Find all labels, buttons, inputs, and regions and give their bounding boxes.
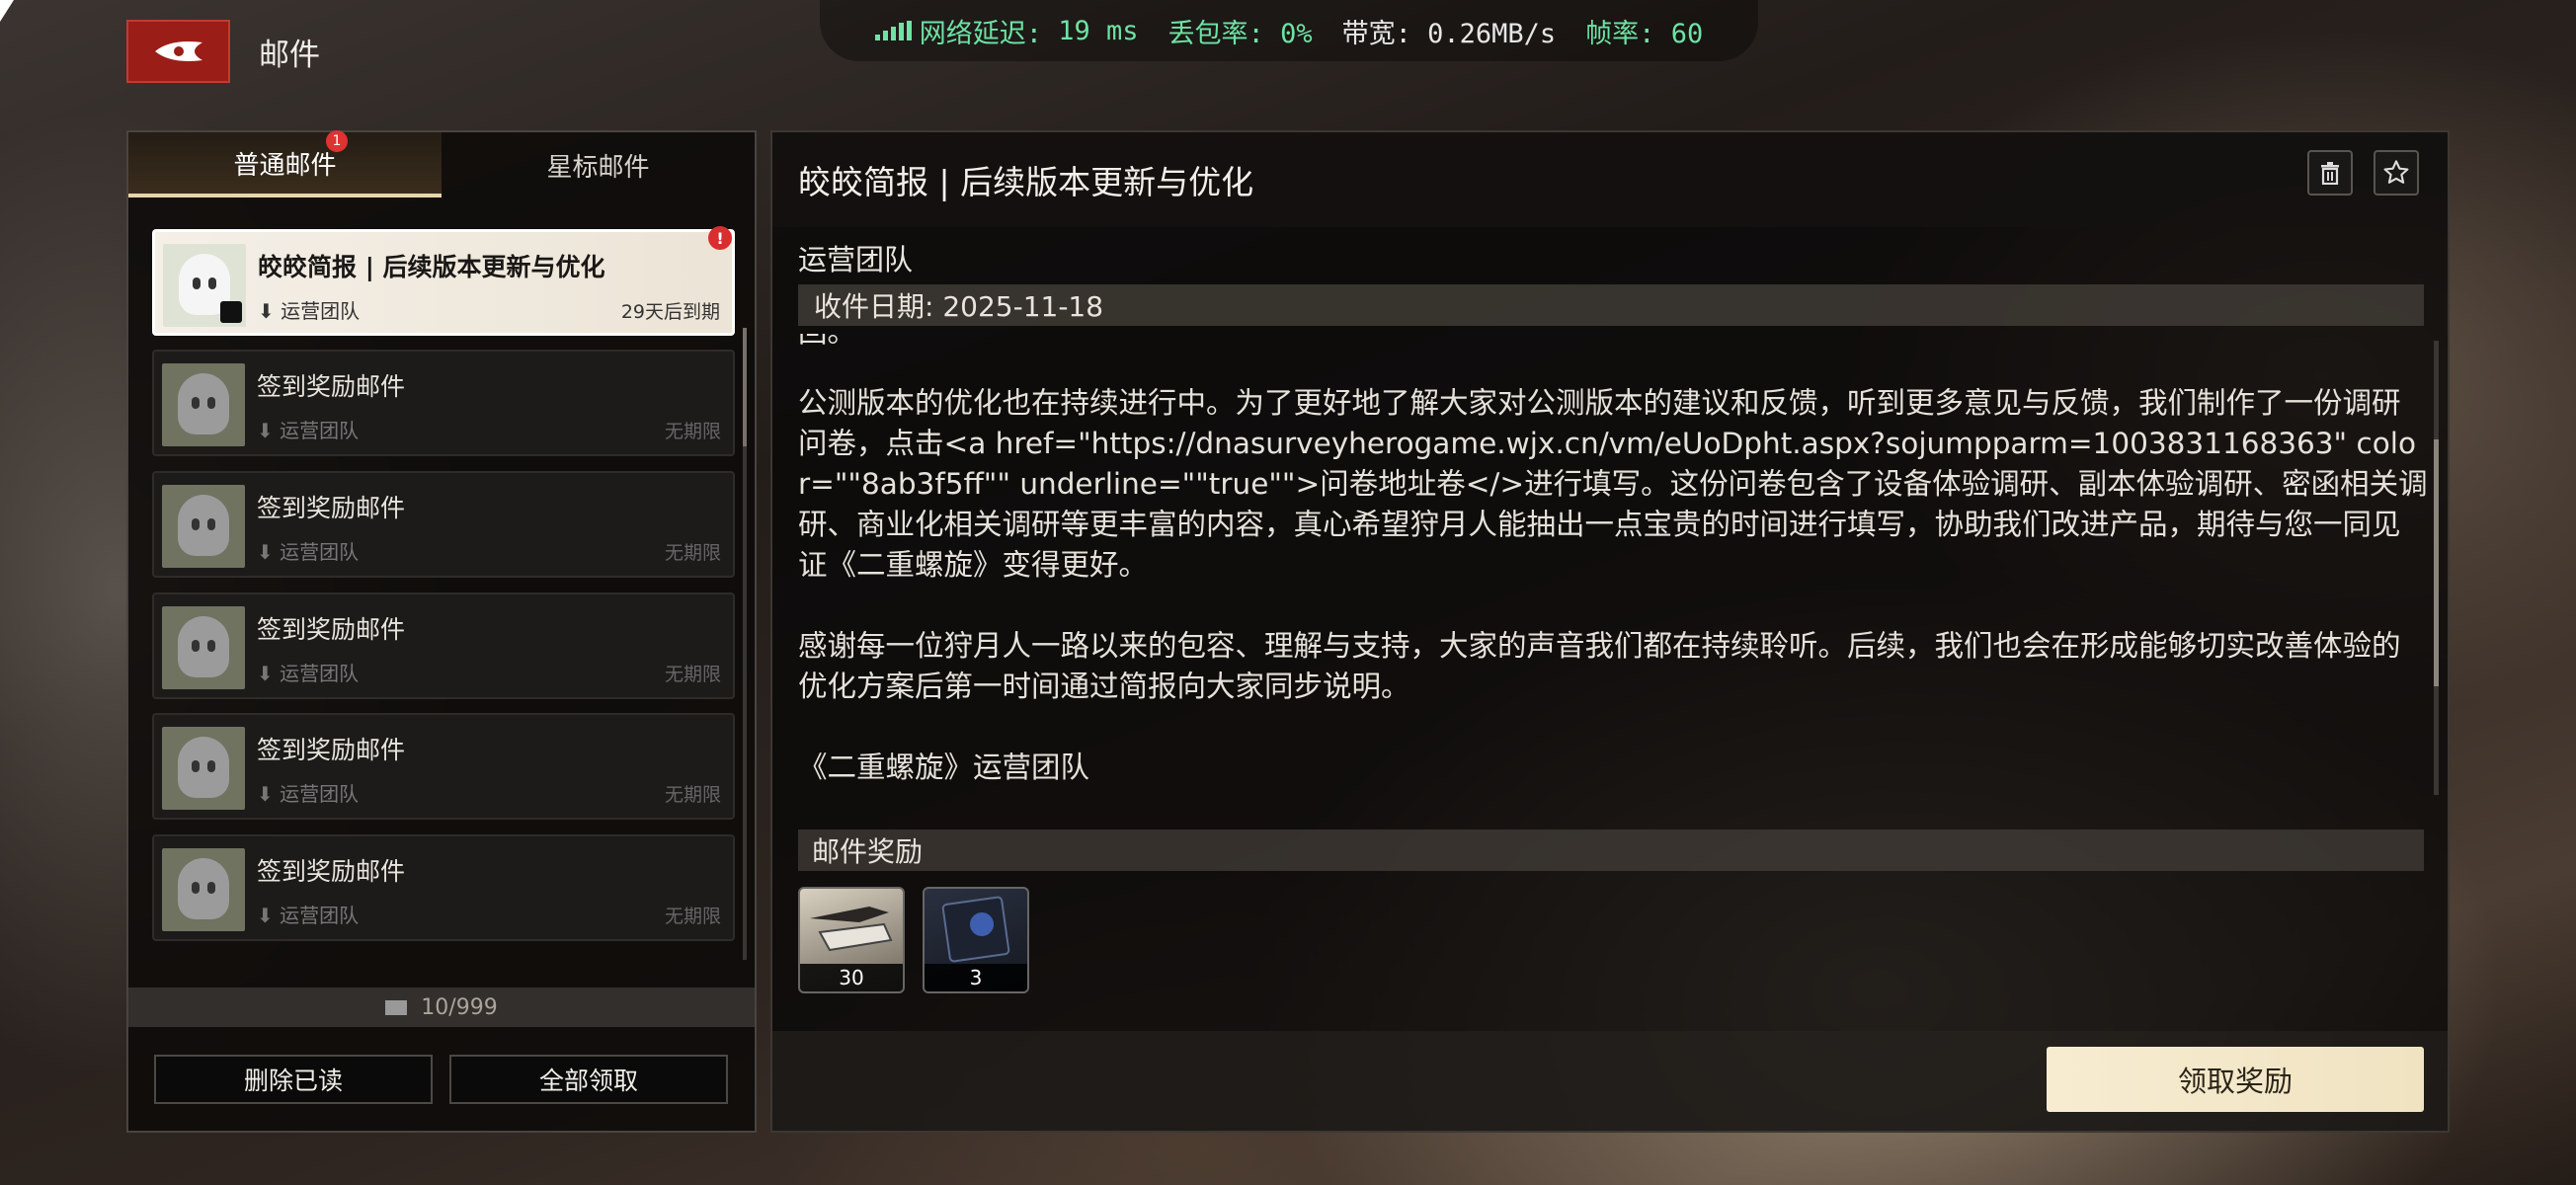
pin-icon: ⬇ [257,419,274,442]
mail-expiry: 无期限 [664,784,721,806]
mail-body-scrollbar[interactable] [2434,341,2439,795]
gift-icon [220,301,242,323]
tab-starred-mail[interactable]: 星标邮件 [442,132,755,198]
delete-button[interactable] [2307,150,2353,196]
mail-sender: ⬇ 运营团队 [258,299,361,323]
network-status-bar: 网络延迟: 19 ms 丢包率: 0% 带宽: 0.26MB/s 帧率: 60 [820,0,1758,61]
fps-label: 帧率: [1585,18,1655,49]
mail-subject: 签到奖励邮件 [257,372,406,401]
detail-title: 皎皎简报 | 后续版本更新与优化 [798,163,1254,201]
bandwidth-label: 带宽: [1341,18,1411,49]
pin-icon: ⬇ [257,662,274,685]
mail-avatar [162,363,245,446]
mail-expiry: 29天后到期 [620,301,720,323]
alert-badge: ! [708,226,732,250]
list-item[interactable]: 皎皎简报 | 后续版本更新与优化 ⬇ 运营团队 29天后到期 ! [152,226,735,336]
unread-badge: 1 [326,130,348,152]
delete-read-button[interactable]: 删除已读 [154,1055,433,1104]
mail-sender: ⬇ 运营团队 [257,540,360,564]
back-button[interactable] [126,20,230,83]
mail-sender: ⬇ 运营团队 [257,782,360,806]
list-item[interactable]: 签到奖励邮件 ⬇ 运营团队 无期限 [152,350,735,456]
fps-value: 60 [1670,18,1704,49]
mail-expiry: 无期限 [664,906,721,927]
tab-normal-mail[interactable]: 普通邮件 1 [128,130,442,198]
rewards-header: 邮件奖励 [798,830,2424,871]
mail-expiry: 无期限 [664,542,721,564]
reward-quantity: 3 [925,964,1027,991]
mail-subject: 皎皎简报 | 后续版本更新与优化 [258,253,605,281]
weapon-material-icon [810,907,893,952]
reward-item[interactable]: 30 [798,887,905,993]
reward-item[interactable]: 3 [923,887,1029,993]
list-item[interactable]: 签到奖励邮件 ⬇ 运营团队 无期限 [152,834,735,941]
loss-value: 0% [1280,18,1313,49]
bandwidth-value: 0.26MB/s [1427,18,1557,49]
tab-label: 星标邮件 [546,152,650,183]
mail-sender: ⬇ 运营团队 [257,662,360,685]
received-date: 收件日期: 2025-11-18 [798,284,2424,326]
star-button[interactable] [2374,150,2419,196]
mail-subject: 签到奖励邮件 [257,494,406,522]
list-item[interactable]: 签到奖励邮件 ⬇ 运营团队 无期限 [152,592,735,699]
mail-avatar [163,244,246,327]
trash-icon [2321,162,2339,185]
mail-count-bar: 10/999 [128,988,755,1027]
pin-icon: ⬇ [257,540,274,564]
claim-reward-button[interactable]: 领取奖励 [2047,1047,2424,1112]
mail-sender: ⬇ 运营团队 [257,419,360,442]
list-item[interactable]: 签到奖励邮件 ⬇ 运营团队 无期限 [152,471,735,578]
mail-avatar [162,727,245,810]
signal-icon [874,21,912,40]
faction-emblem-icon [154,41,202,61]
mail-subject: 签到奖励邮件 [257,615,406,644]
mail-expiry: 无期限 [664,664,721,685]
body-paragraph: 公测版本的优化也在持续进行中。为了更好地了解大家对公测版本的建议和反馈，听到更多… [798,386,2428,582]
reward-quantity: 30 [800,964,903,991]
mail-expiry: 无期限 [664,421,721,442]
pin-icon: ⬇ [258,299,275,323]
mail-subject: 签到奖励邮件 [257,736,406,764]
mail-sender: ⬇ 运营团队 [257,904,360,927]
loss-label: 丢包率: [1167,18,1264,49]
latency-label: 网络延迟: [919,18,1043,49]
body-signature: 《二重螺旋》运营团队 [798,750,1090,784]
mouse-cursor-icon [0,0,14,22]
list-item[interactable]: 签到奖励邮件 ⬇ 运营团队 无期限 [152,713,735,820]
body-paragraph: 感谢每一位狩月人一路以来的包容、理解与支持，大家的声音我们都在持续聆听。后续，我… [798,629,2401,703]
detail-sender: 运营团队 [798,243,914,276]
blue-card-icon [941,896,1010,963]
mail-subject: 签到奖励邮件 [257,857,406,886]
mail-avatar [162,606,245,689]
mail-avatar [162,848,245,931]
body-clipped-line: 回。 [798,334,2428,352]
mail-avatar [162,485,245,568]
claim-all-button[interactable]: 全部领取 [449,1055,728,1104]
star-icon [2383,160,2409,184]
pin-icon: ⬇ [257,904,274,927]
envelope-icon [385,999,408,1015]
mail-tabs: 普通邮件 1 星标邮件 [128,130,755,198]
latency-value: 19 ms [1058,15,1139,46]
page-title: 邮件 [259,38,320,73]
pin-icon: ⬇ [257,782,274,806]
mail-count: 10/999 [421,994,498,1020]
mail-body: 公测版本的优化也在持续进行中。为了更好地了解大家对公测版本的建议和反馈，听到更多… [798,383,2428,829]
mail-list-scrollbar[interactable] [743,328,747,960]
tab-label: 普通邮件 [233,150,337,181]
